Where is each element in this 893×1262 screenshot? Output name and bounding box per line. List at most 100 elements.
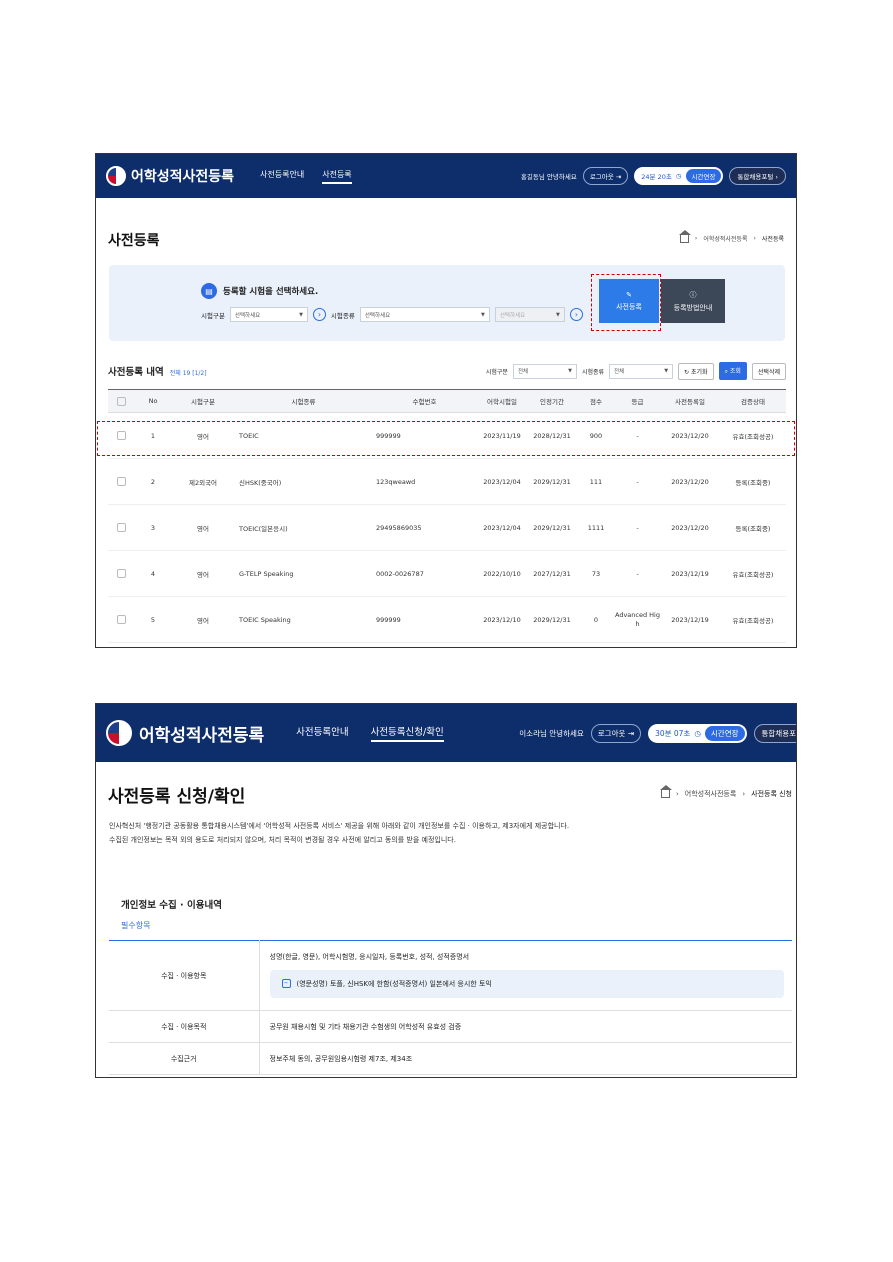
row-checkbox-cell (108, 458, 135, 505)
arrow-circle-icon[interactable]: › (312, 308, 326, 321)
highlight-row-box (97, 421, 795, 456)
exam-type-select[interactable]: 선택하세요 ▼ (359, 307, 490, 322)
logout-button[interactable]: 로그아웃 ⇥ (582, 167, 629, 185)
select-all-checkbox[interactable] (117, 396, 126, 406)
session-timer: 24분 20초 ◷ 시간연장 (634, 167, 724, 185)
delete-selected-button[interactable]: 선택삭제 (751, 362, 786, 380)
select-value: 전체 (517, 369, 529, 375)
table-cell: 2023/12/10 (477, 596, 527, 643)
exam-select-panel: ▤ 등록할 시험을 선택하세요. 시험구분 선택하세요 ▼ › 시험종류 선택하세… (109, 265, 785, 341)
session-timer: 30분 07초 ◷ 시간연장 (648, 723, 747, 743)
row-value: 정보주체 동의, 공무원임용시험령 제7조, 제34조 (259, 1042, 792, 1075)
detail-text: (영문성명) 토플, 신HSK에 한함(성적증명서) 일본에서 응시한 토익 (296, 979, 492, 988)
table-cell: - (615, 458, 660, 505)
top-header: 어학성적사전등록 사전등록안내 사전등록 홍길동님 안녕하세요 로그아웃 ⇥ 2… (96, 154, 796, 198)
table-row: 수집 · 이용목적 공무원 채용시험 및 기타 채용기관 수험생의 어학성적 유… (109, 1010, 792, 1043)
search-label: 조회 (729, 368, 741, 375)
table-cell: 2029/12/31 (527, 458, 577, 505)
home-icon[interactable] (678, 229, 691, 243)
chevron-down-icon: ▼ (480, 311, 485, 318)
column-header: 어학시험일 (477, 389, 527, 413)
column-header: 점수 (577, 389, 615, 413)
notice-line: 인사혁신처 '행정기관 공동활용 통합채용시스템'에서 '어학성적 사전등록 서… (109, 822, 570, 830)
table-row[interactable]: 3 영어 TOEIC(일본응시) 29495869035 2023/12/04 2029/… (108, 504, 786, 551)
nav-guide[interactable]: 사전등록안내 (260, 169, 304, 184)
table-cell: TOEIC(일본응시) (235, 504, 372, 551)
table-row[interactable]: 2 제2외국어 신HSK(중국어) 123qweawd 2023/12/04 2029/1… (108, 458, 786, 505)
reset-label: 초기화 (691, 368, 708, 376)
table-cell: 영어 (171, 550, 235, 597)
exam-select-row: 시험구분 선택하세요 ▼ › 시험종류 선택하세요 ▼ 선택하세요 ▼ › (201, 307, 583, 322)
table-cell: 2023/12/19 (660, 550, 720, 597)
chevron-down-icon: ▼ (664, 368, 669, 374)
extend-time-button[interactable]: 시간연장 (704, 725, 745, 741)
search-button[interactable]: ⌕ 조회 (718, 362, 747, 380)
row-key: 수집 · 이용항목 (109, 940, 260, 1011)
breadcrumb-item[interactable]: 어학성적사전등록 (685, 789, 737, 799)
table-row[interactable]: 4 영어 G-TELP Speaking 0002-0026787 2022/10/10… (108, 550, 786, 597)
main-nav: 사전등록안내 사전등록신청/확인 (296, 724, 444, 742)
logout-button[interactable]: 로그아웃 ⇥ (590, 723, 642, 743)
table-row[interactable]: 5 영어 TOEIC Speaking 999999 2023/12/10 2029/12… (108, 596, 786, 643)
registration-guide-button[interactable]: ⓘ 등록방법안내 (661, 279, 725, 323)
logout-icon: ⇥ (627, 728, 635, 738)
header-user-area: 이소라님 안녕하세요 로그아웃 ⇥ 30분 07초 ◷ 시간연장 통합채용포 (519, 723, 796, 743)
document-icon: ▤ (201, 283, 217, 299)
row-checkbox[interactable] (117, 477, 126, 486)
home-icon[interactable] (659, 785, 672, 798)
nav-guide[interactable]: 사전등록안내 (296, 724, 348, 742)
chevron-down-icon: ▼ (299, 311, 303, 318)
info-icon: ⓘ (689, 290, 697, 299)
site-logo[interactable]: 어학성적사전등록 (106, 166, 234, 186)
table-cell: 등록(조회중) (720, 458, 786, 505)
row-checkbox[interactable] (117, 569, 126, 578)
page-title: 사전등록 (108, 233, 160, 249)
table-cell: 2027/12/31 (527, 550, 577, 597)
application-screen: 어학성적사전등록 사전등록안내 사전등록신청/확인 이소라님 안녕하세요 로그아… (95, 703, 797, 1078)
column-header: 시험구분 (171, 389, 235, 413)
breadcrumb: › 어학성적사전등록 › 사전등록 신청 (659, 785, 792, 799)
row-checkbox-cell (108, 550, 135, 597)
row-checkbox[interactable] (117, 615, 126, 624)
chevron-down-icon: ▼ (568, 368, 572, 374)
table-cell: G-TELP Speaking (235, 550, 372, 597)
row-checkbox-cell (108, 596, 135, 643)
table-row: 수집 · 이용항목 성명(한글, 영문), 어학시험명, 응시일자, 등록번호,… (109, 940, 792, 1011)
filter-category-select[interactable]: 전체 ▼ (512, 363, 577, 379)
clock-icon: ◷ (694, 728, 701, 738)
table-cell: 29495869035 (372, 504, 477, 551)
portal-button[interactable]: 통합채용포털 › (729, 167, 786, 185)
breadcrumb-item[interactable]: 어학성적사전등록 (703, 234, 747, 243)
nav-register[interactable]: 사전등록 (322, 169, 352, 184)
filter-type-label: 시험종류 (581, 368, 605, 376)
table-cell: 신HSK(중국어) (235, 458, 372, 505)
exam-category-select[interactable]: 선택하세요 ▼ (229, 307, 308, 322)
table-cell: - (615, 550, 660, 597)
table-cell: 영어 (171, 504, 235, 551)
table-cell: 0002-0026787 (372, 550, 477, 597)
filter-type-select[interactable]: 전체 ▼ (609, 363, 674, 379)
row-checkbox[interactable] (117, 523, 126, 532)
portal-label: 통합채용포털 (737, 173, 774, 181)
table-cell: 4 (135, 550, 171, 597)
row-checkbox-cell (108, 504, 135, 551)
list-header: 사전등록 내역 전체 19 [1/2] (108, 364, 207, 378)
reset-button[interactable]: ↻ 초기화 (678, 362, 714, 380)
extend-time-button[interactable]: 시간연장 (685, 169, 722, 183)
column-header: No (135, 389, 171, 413)
table-cell: 영어 (171, 596, 235, 643)
table-cell: 2023/12/04 (477, 504, 527, 551)
select-value: 전체 (614, 369, 625, 375)
select-value: 선택하세요 (364, 312, 391, 319)
table-cell: 111 (577, 458, 615, 505)
table-cell: 2029/12/31 (527, 596, 577, 643)
privacy-notice: 인사혁신처 '행정기관 공동활용 통합채용시스템'에서 '어학성적 사전등록 서… (109, 819, 792, 847)
site-logo[interactable]: 어학성적사전등록 (106, 720, 264, 746)
logout-label: 로그아웃 (597, 728, 626, 738)
arrow-circle-icon[interactable]: › (569, 308, 583, 321)
portal-button[interactable]: 통합채용포 (753, 723, 796, 743)
required-tab[interactable]: 필수항목 (121, 920, 150, 931)
main-nav: 사전등록안내 사전등록 (260, 169, 352, 184)
table-cell: 3 (135, 504, 171, 551)
nav-apply-check[interactable]: 사전등록신청/확인 (370, 724, 444, 742)
